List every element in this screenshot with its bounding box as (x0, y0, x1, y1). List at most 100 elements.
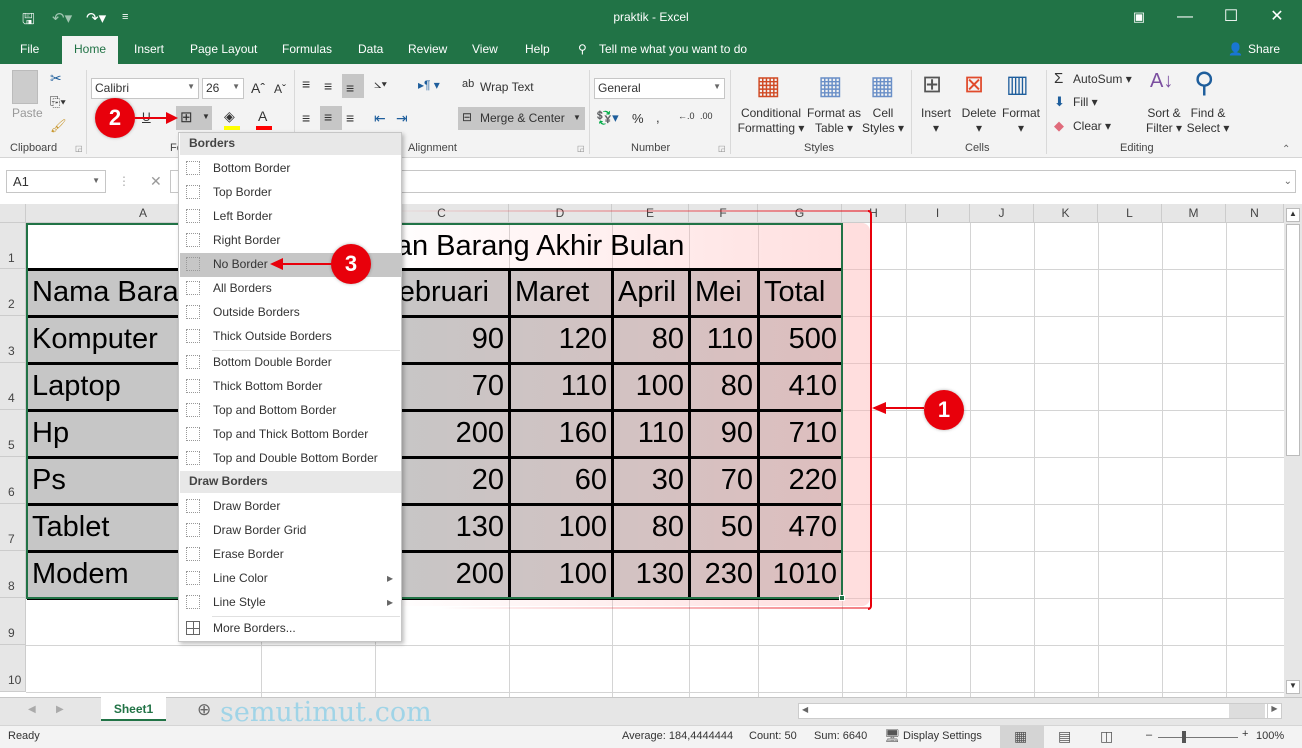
tab-data[interactable]: Data (358, 42, 383, 56)
column-header[interactable]: G (758, 204, 842, 223)
font-size-select[interactable]: 26 ▼ (202, 78, 244, 99)
row-header[interactable]: 10 (0, 645, 26, 692)
insert-cells-button[interactable]: Insert ▾ (915, 106, 957, 136)
name-box[interactable]: A1 ▼ (6, 170, 106, 193)
menu-item-bottom-border[interactable]: Bottom Border (180, 157, 401, 181)
format-cells-button[interactable]: Format ▾ (998, 106, 1044, 136)
zoom-in-button[interactable]: + (1242, 728, 1248, 740)
close-button[interactable]: ✕ (1262, 6, 1292, 28)
menu-item-right-border[interactable]: Right Border (180, 229, 401, 253)
column-header[interactable]: E (612, 204, 689, 223)
row-header[interactable]: 7 (0, 504, 26, 551)
next-sheet-icon[interactable]: ▶ (56, 704, 64, 715)
column-header[interactable]: L (1098, 204, 1162, 223)
tab-review[interactable]: Review (408, 42, 447, 56)
font-name-select[interactable]: Calibri ▼ (91, 78, 199, 99)
menu-item-top-and-double-bottom-border[interactable]: Top and Double Bottom Border (180, 447, 401, 471)
column-header[interactable]: N (1226, 204, 1284, 223)
menu-item-all-borders[interactable]: All Borders (180, 277, 401, 301)
tab-home[interactable]: Home (62, 36, 119, 64)
sheet-tab-sheet1[interactable]: Sheet1 (101, 697, 166, 721)
percent-icon[interactable]: % (632, 111, 644, 126)
alignment-launcher-icon[interactable]: ◲ (577, 144, 585, 153)
tab-insert[interactable]: Insert (134, 42, 164, 56)
column-header[interactable]: J (970, 204, 1034, 223)
tell-me-input[interactable]: Tell me what you want to do (599, 42, 747, 56)
prev-sheet-icon[interactable]: ◀ (28, 704, 36, 715)
menu-item-left-border[interactable]: Left Border (180, 205, 401, 229)
column-header[interactable]: K (1034, 204, 1098, 223)
horizontal-scrollbar[interactable]: ◀ ▶ (798, 703, 1282, 719)
conditional-formatting-button[interactable]: Conditional Formatting ▾ (736, 106, 806, 136)
ribbon-display-icon[interactable]: ▣ (1124, 6, 1154, 28)
row-header[interactable]: 4 (0, 363, 26, 410)
menu-item-top-border[interactable]: Top Border (180, 181, 401, 205)
autosum-button[interactable]: AutoSum ▾ (1073, 72, 1132, 86)
align-top-icon[interactable]: ≡ (302, 76, 310, 92)
menu-item-thick-bottom-border[interactable]: Thick Bottom Border (180, 375, 401, 399)
column-header[interactable]: I (906, 204, 970, 223)
align-middle-icon[interactable]: ≡ (324, 78, 332, 94)
sort-filter-button[interactable]: Sort & Filter ▾ (1142, 106, 1186, 136)
collapse-ribbon-icon[interactable]: ⌃ (1282, 144, 1290, 155)
row-header[interactable]: 8 (0, 551, 26, 598)
zoom-level[interactable]: 100% (1256, 730, 1284, 742)
align-bottom-button[interactable]: ≡ (342, 74, 364, 98)
menu-item-bottom-double-border[interactable]: Bottom Double Border (180, 351, 401, 375)
delete-cells-button[interactable]: Delete ▾ (958, 106, 1000, 136)
increase-indent-icon[interactable]: ⇥ (396, 110, 408, 127)
add-sheet-icon[interactable]: ⊕ (197, 700, 211, 720)
row-header[interactable]: 6 (0, 457, 26, 504)
maximize-button[interactable]: ☐ (1216, 6, 1246, 28)
format-as-table-button[interactable]: Format as Table ▾ (806, 106, 862, 136)
menu-item-top-and-thick-bottom-border[interactable]: Top and Thick Bottom Border (180, 423, 401, 447)
font-color-icon[interactable]: A (258, 108, 267, 124)
tab-formulas[interactable]: Formulas (282, 42, 332, 56)
align-left-icon[interactable]: ≡ (302, 110, 310, 126)
menu-item-top-and-bottom-border[interactable]: Top and Bottom Border (180, 399, 401, 423)
increase-decimal-icon[interactable]: ←.0 (678, 111, 695, 121)
wrap-text-button[interactable]: Wrap Text (480, 80, 534, 94)
page-break-view-icon[interactable]: ◫ (1100, 728, 1113, 745)
select-all-button[interactable] (0, 204, 26, 223)
zoom-slider-thumb[interactable] (1182, 731, 1186, 743)
zoom-out-button[interactable]: – (1146, 729, 1152, 741)
share-button[interactable]: Share (1248, 42, 1280, 56)
menu-item-outside-borders[interactable]: Outside Borders (180, 301, 401, 325)
fill-handle[interactable] (839, 595, 845, 601)
tab-help[interactable]: Help (525, 42, 550, 56)
menu-item-draw-border-grid[interactable]: Draw Border Grid (180, 519, 401, 543)
find-select-button[interactable]: Find & Select ▾ (1186, 106, 1230, 136)
menu-item-more-borders[interactable]: More Borders... (180, 617, 401, 641)
column-header[interactable]: M (1162, 204, 1226, 223)
tab-page-layout[interactable]: Page Layout (190, 42, 257, 56)
paste-icon[interactable] (12, 70, 38, 104)
align-center-button[interactable]: ≡ (320, 106, 342, 130)
number-format-select[interactable]: General ▼ (594, 78, 725, 99)
copy-icon[interactable]: ⎘▾ (50, 94, 66, 110)
menu-item-line-color[interactable]: Line Color ▸ (180, 567, 401, 591)
paste-button[interactable]: Paste (12, 106, 43, 120)
increase-font-icon[interactable]: Aˆ (251, 80, 265, 96)
tab-file[interactable]: File (20, 42, 39, 56)
orientation-icon[interactable]: ⦣▾ (374, 76, 387, 92)
align-right-icon[interactable]: ≡ (346, 110, 354, 126)
menu-item-line-style[interactable]: Line Style ▸ (180, 591, 401, 615)
row-header[interactable]: 3 (0, 316, 26, 363)
menu-item-draw-border[interactable]: Draw Border (180, 495, 401, 519)
fill-color-icon[interactable]: ◈ (224, 108, 235, 125)
cell-styles-button[interactable]: Cell Styles ▾ (860, 106, 906, 136)
column-header[interactable]: F (689, 204, 758, 223)
page-layout-view-icon[interactable]: ▤ (1058, 728, 1071, 745)
menu-item-thick-outside-borders[interactable]: Thick Outside Borders (180, 325, 401, 349)
decrease-indent-icon[interactable]: ⇤ (374, 110, 386, 127)
clipboard-launcher-icon[interactable]: ◲ (75, 144, 83, 153)
row-header[interactable]: 2 (0, 269, 26, 316)
row-header[interactable]: 9 (0, 598, 26, 645)
display-settings-button[interactable]: Display Settings (903, 730, 982, 742)
expand-formula-icon[interactable]: ⌄ (1284, 176, 1292, 187)
format-painter-icon[interactable]: 🖌 (50, 118, 67, 134)
minimize-button[interactable]: — (1170, 6, 1200, 28)
decrease-font-icon[interactable]: Aˇ (274, 82, 286, 96)
accounting-format-icon[interactable]: 💱▾ (596, 110, 619, 126)
